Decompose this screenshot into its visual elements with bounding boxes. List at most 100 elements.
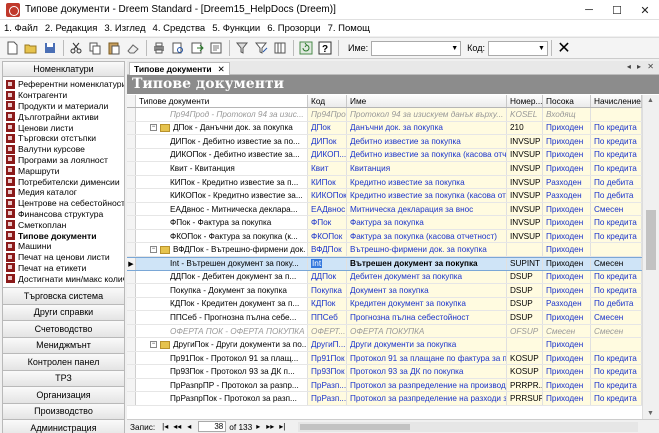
name-cell[interactable]: Кредитно известие за покупка (касова отч… (347, 189, 507, 202)
name-cell[interactable]: Фактура за покупка (касова отчетност) (347, 229, 507, 243)
sidebar-group-button[interactable]: ТРЗ (2, 370, 125, 387)
row-indicator[interactable] (127, 121, 136, 135)
accrual-cell[interactable]: По кредита (591, 162, 642, 175)
sidebar-tree-item[interactable]: Типове документи (3, 230, 124, 241)
sidebar-group-button[interactable]: Други справки (2, 304, 125, 321)
direction-cell[interactable]: Приходен (543, 392, 591, 406)
filter-button[interactable] (233, 39, 251, 57)
prev-record-icon[interactable]: ◂ (183, 422, 195, 431)
row-indicator[interactable] (127, 216, 136, 229)
tree-cell[interactable]: ДИКОПок - Дебитно известие за... (136, 148, 308, 162)
menu-tools[interactable]: 4. Средства (153, 23, 206, 34)
direction-cell[interactable]: Приходен (543, 202, 591, 216)
number-cell[interactable]: KOSEL (507, 108, 543, 121)
number-cell[interactable]: INVSUP (507, 175, 543, 189)
refresh-button[interactable] (297, 39, 315, 57)
accrual-cell[interactable] (591, 108, 642, 121)
horizontal-scrollbar[interactable] (298, 421, 639, 432)
table-row[interactable]: ФПок - Фактура за покупка ФПок Фактура за … (127, 216, 642, 230)
table-row[interactable]: ДИПок - Дебитно известие за по... ДИПок Де… (127, 135, 642, 149)
tree-cell[interactable]: Квит - Квитанция (136, 162, 308, 175)
number-cell[interactable]: INVSUP (507, 135, 543, 148)
code-cell[interactable]: Квит (308, 162, 347, 175)
number-cell[interactable]: INVSUP (507, 189, 543, 202)
row-indicator[interactable] (127, 148, 136, 162)
accrual-cell[interactable]: По кредита (591, 284, 642, 297)
name-filter-combo[interactable]: ▼ (371, 40, 462, 56)
tab-close-icon[interactable]: ✕ (218, 64, 225, 75)
code-cell[interactable]: ППСеб (308, 311, 347, 324)
tree-cell[interactable]: ФКОПок - Фактура за покупка (к... (136, 229, 308, 243)
tree-cell[interactable]: Пр94Прод - Протокол 94 за изис... (136, 108, 308, 121)
number-cell[interactable]: INVSUP (507, 202, 543, 216)
column-header-code[interactable]: Код (308, 95, 347, 107)
menu-functions[interactable]: 5. Функции (212, 23, 260, 34)
accrual-cell[interactable]: По кредита (591, 148, 642, 162)
code-cell[interactable]: КДПок (308, 297, 347, 311)
current-record-input[interactable]: 38 (198, 421, 227, 432)
name-cell[interactable]: Протокол 91 за плащане по фактура за п..… (347, 351, 507, 365)
row-indicator[interactable] (127, 351, 136, 365)
name-cell[interactable]: Дебитно известие за покупка (касова отч.… (347, 148, 507, 162)
row-indicator[interactable] (127, 270, 136, 284)
tree-cell[interactable]: ДДПок - Дебитен документ за п... (136, 270, 308, 284)
number-cell[interactable]: INVSUP (507, 229, 543, 243)
collapse-toggle-icon[interactable]: − (150, 246, 157, 254)
name-cell[interactable]: Протокол за разпределение на разходи з..… (347, 392, 507, 406)
direction-cell[interactable]: Разходен (543, 189, 591, 202)
direction-cell[interactable]: Разходен (543, 175, 591, 189)
sidebar-tree-item[interactable]: Сметкоплан (3, 219, 124, 230)
row-indicator[interactable] (127, 284, 136, 297)
code-cell[interactable]: ДИКОП... (308, 148, 347, 162)
first-record-icon[interactable]: |◂ (159, 422, 171, 431)
direction-cell[interactable]: Входящ (543, 108, 591, 121)
sidebar-tree-item[interactable]: Дълготрайни активи (3, 111, 124, 122)
next-record-icon[interactable]: ▸ (252, 422, 264, 431)
tree-cell[interactable]: Пр91Пок - Протокол 91 за плащ... (136, 351, 308, 365)
menu-windows[interactable]: 6. Прозорци (267, 23, 320, 34)
table-row[interactable]: ДИКОПок - Дебитно известие за... ДИКОП...… (127, 148, 642, 163)
code-filter-combo[interactable]: ▼ (487, 40, 548, 56)
menu-view[interactable]: 3. Изглед (104, 23, 145, 34)
accrual-cell[interactable]: По дебита (591, 297, 642, 311)
export-button[interactable] (188, 39, 206, 57)
direction-cell[interactable]: Приходен (543, 162, 591, 175)
sidebar-group-button[interactable]: Производство (2, 403, 125, 420)
accrual-cell[interactable]: По кредита (591, 365, 642, 378)
table-row[interactable]: ▶ Int - Вътрешен документ за поку... Int Въ… (127, 257, 642, 271)
collapse-toggle-icon[interactable]: − (150, 124, 157, 132)
sidebar-tree-item[interactable]: Потребителски дименсии (3, 176, 124, 187)
name-cell[interactable]: Документ за покупка (347, 284, 507, 297)
sidebar-tree-item[interactable]: Достигнати мин/макс колич (3, 273, 124, 284)
code-cell[interactable]: ПрРазп... (308, 378, 347, 392)
direction-cell[interactable]: Приходен (543, 311, 591, 324)
sidebar-tree-item[interactable]: Търговски отстъпки (3, 133, 124, 144)
tree-cell[interactable]: ПрРазпрПР - Протокол за разпр... (136, 378, 308, 392)
number-cell[interactable]: INVSUP (507, 162, 543, 175)
name-cell[interactable]: Данъчни док. за покупка (347, 121, 507, 135)
table-row[interactable]: ППСеб - Прогнозна пълна себе... ППСеб Прог… (127, 311, 642, 325)
table-row[interactable]: ПрРазпрПок - Протокол за разп... ПрРазп..… (127, 392, 642, 407)
tree-cell[interactable]: ОФЕРТА ПОК - ОФЕРТА ПОКУПКА (136, 324, 308, 338)
name-cell[interactable]: Вътрешен документ за покупка (347, 258, 507, 270)
number-cell[interactable]: DSUP (507, 284, 543, 297)
accrual-cell[interactable]: Смесен (591, 311, 642, 324)
code-cell[interactable]: ДругиП... (308, 338, 347, 351)
sidebar-group-button[interactable]: Организация (2, 387, 125, 404)
number-cell[interactable]: KOSUP (507, 365, 543, 378)
save-button[interactable] (41, 39, 59, 57)
direction-cell[interactable]: Приходен (543, 243, 591, 257)
table-row[interactable]: Пр94Прод - Протокол 94 за изис... Пр94Про… (127, 108, 642, 122)
clear-filter-button[interactable]: ✕ (555, 39, 573, 57)
next-page-icon[interactable]: ▸▸ (264, 422, 276, 431)
table-row[interactable]: КИКОПок - Кредитно известие за... КИКОПок… (127, 189, 642, 203)
table-row[interactable]: − ВФДПок - Вътрешно-фирмени док. ... ВФДПо… (127, 243, 642, 258)
code-cell[interactable]: ФПок (308, 216, 347, 229)
accrual-cell[interactable]: По кредита (591, 121, 642, 135)
row-indicator[interactable] (127, 175, 136, 189)
row-indicator[interactable] (127, 108, 136, 121)
accrual-cell[interactable] (591, 243, 642, 257)
direction-cell[interactable]: Разходен (543, 297, 591, 311)
number-cell[interactable]: OFSUP (507, 324, 543, 338)
sidebar-tree-item[interactable]: Програми за лоялност (3, 155, 124, 166)
